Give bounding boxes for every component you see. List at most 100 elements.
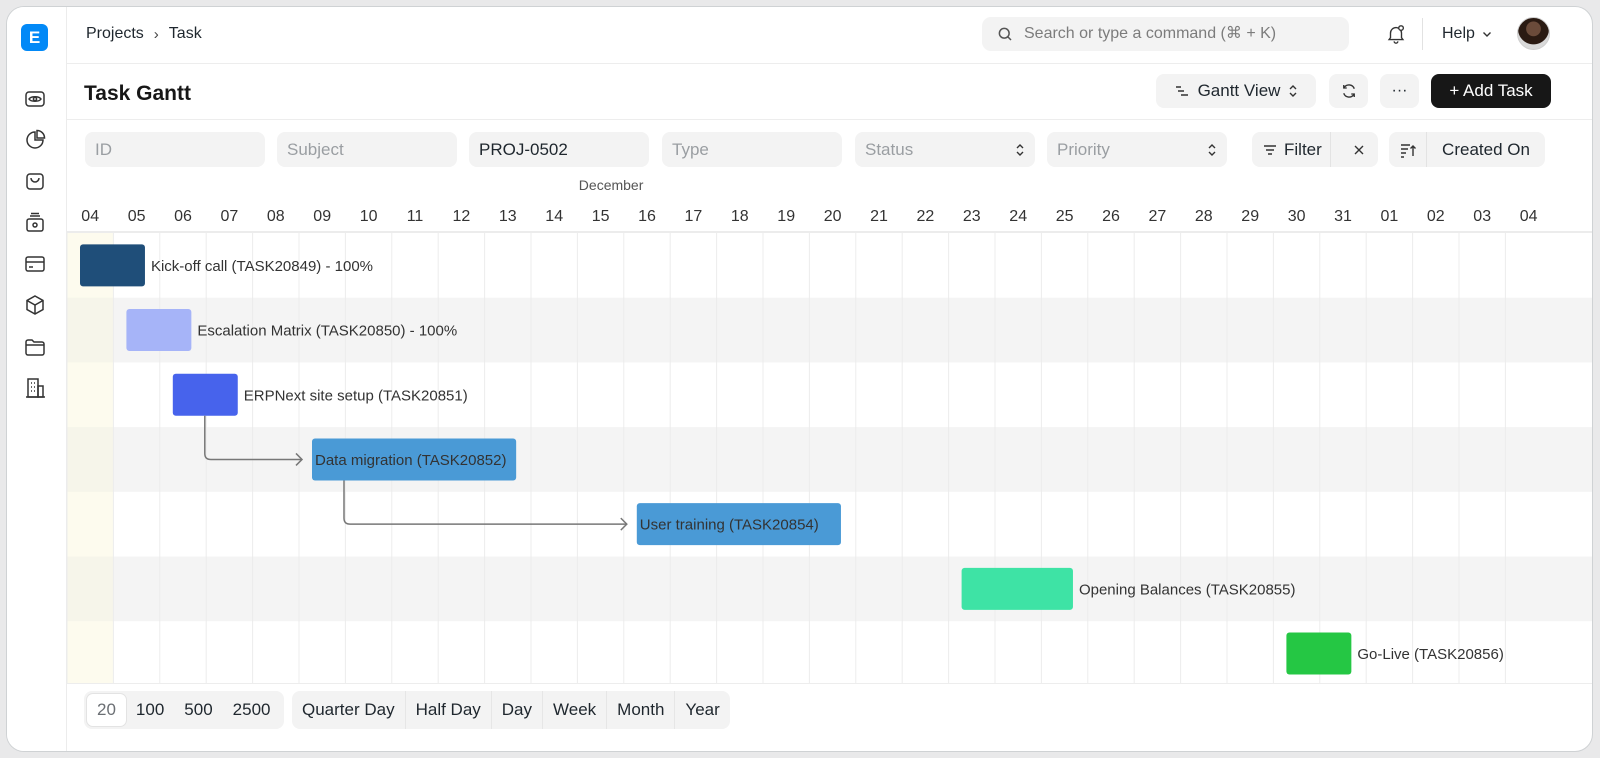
day-label: 25 — [1056, 208, 1074, 225]
view-mode-quarter-day[interactable]: Quarter Day — [292, 691, 405, 729]
credit-card-icon[interactable] — [23, 252, 47, 276]
help-label: Help — [1442, 25, 1475, 42]
day-label: 07 — [221, 208, 239, 225]
view-mode-year[interactable]: Year — [674, 691, 729, 729]
more-options-button[interactable]: ··· — [1380, 74, 1419, 108]
sidebar: E — [7, 7, 67, 751]
project-filter-input[interactable]: PROJ-0502 — [469, 132, 649, 167]
view-mode-half-day[interactable]: Half Day — [404, 691, 491, 729]
filter-button[interactable]: Filter — [1252, 132, 1331, 167]
gantt-bar-label: Escalation Matrix (TASK20850) - 100% — [197, 323, 457, 340]
view-switcher-label: Gantt View — [1197, 81, 1281, 100]
breadcrumb-task[interactable]: Task — [169, 25, 202, 43]
close-icon — [1354, 145, 1364, 154]
id-filter-placeholder: ID — [95, 139, 112, 159]
day-label: 19 — [777, 208, 795, 225]
package-icon[interactable] — [23, 293, 47, 317]
app-window: E Projects › Task Search or type a comma… — [6, 6, 1593, 752]
topbar-divider — [1422, 18, 1423, 50]
breadcrumb: Projects › Task — [86, 25, 202, 43]
day-label: 22 — [917, 208, 935, 225]
avatar[interactable] — [1517, 17, 1550, 50]
notification-bell-icon[interactable] — [1385, 23, 1407, 45]
add-task-button[interactable]: + Add Task — [1431, 74, 1551, 108]
footer: 20 100 500 2500 Quarter Day Half Day Day Week M… — [67, 683, 1592, 751]
search-bar[interactable] — [982, 17, 1349, 51]
page-size-option-2500[interactable]: 2500 — [223, 694, 281, 726]
page-size-option-100[interactable]: 100 — [126, 694, 174, 726]
day-label: 04 — [1520, 208, 1538, 225]
gantt-chart: December 04 05 06 07 08 09 10 11 12 13 14 15 16 17 18 19… — [67, 178, 1592, 683]
day-label: 06 — [174, 208, 192, 225]
gantt-svg: December 04 05 06 07 08 09 10 11 12 13 14 15 16 17 18 19… — [67, 178, 1592, 683]
view-mode-selector: Quarter Day Half Day Day Week Month Year — [292, 691, 730, 729]
day-label: 29 — [1241, 208, 1259, 225]
month-label: December — [579, 178, 644, 193]
type-filter-input[interactable]: Type — [662, 132, 842, 167]
inventory-box-icon[interactable] — [23, 211, 47, 235]
sort-ascending-icon — [1400, 143, 1416, 158]
chevron-right-icon: › — [153, 25, 159, 43]
gantt-row-stripe — [113, 556, 1592, 622]
page-size-option-500[interactable]: 500 — [174, 694, 222, 726]
clear-filter-button[interactable] — [1340, 132, 1378, 167]
breadcrumb-projects[interactable]: Projects — [86, 25, 144, 43]
day-label: 03 — [1473, 208, 1491, 225]
gantt-icon — [1175, 86, 1188, 96]
project-filter-value: PROJ-0502 — [479, 139, 568, 159]
chevron-up-down-icon — [1289, 85, 1297, 97]
app-logo[interactable]: E — [21, 24, 48, 51]
top-bar: Projects › Task Help — [67, 7, 1592, 64]
help-menu[interactable]: Help — [1442, 25, 1493, 43]
refresh-icon — [1342, 84, 1355, 98]
add-task-label: + Add Task — [1449, 81, 1533, 100]
gantt-bar[interactable] — [1286, 632, 1352, 675]
chevron-up-down-icon — [1208, 143, 1216, 156]
refresh-button[interactable] — [1329, 74, 1368, 108]
view-switcher-button[interactable]: Gantt View — [1156, 74, 1316, 108]
page-size-option-20[interactable]: 20 — [87, 694, 126, 726]
view-mode-week[interactable]: Week — [542, 691, 606, 729]
filter-group: Filter — [1252, 132, 1378, 167]
gantt-bar[interactable] — [80, 244, 145, 287]
day-label: 11 — [407, 208, 424, 225]
folder-icon[interactable] — [23, 335, 47, 359]
sort-field-button[interactable]: Created On — [1427, 132, 1545, 167]
view-mode-day[interactable]: Day — [490, 691, 542, 729]
day-label: 04 — [81, 208, 99, 225]
subject-filter-placeholder: Subject — [287, 139, 344, 159]
view-mode-month[interactable]: Month — [606, 691, 674, 729]
day-label: 12 — [453, 208, 471, 225]
status-filter-select[interactable]: Status — [855, 132, 1035, 167]
status-filter-placeholder: Status — [865, 139, 914, 159]
day-label: 27 — [1149, 208, 1167, 225]
eye-icon[interactable] — [23, 87, 47, 111]
day-label: 05 — [128, 208, 146, 225]
search-input[interactable] — [1024, 25, 1324, 43]
filter-label: Filter — [1284, 139, 1322, 159]
subject-filter-input[interactable]: Subject — [277, 132, 457, 167]
day-label: 30 — [1288, 208, 1306, 225]
shopping-bag-icon[interactable] — [23, 169, 47, 193]
pie-chart-icon[interactable] — [23, 128, 47, 152]
gantt-bar[interactable] — [126, 309, 192, 352]
day-label: 15 — [592, 208, 610, 225]
gantt-bar[interactable] — [172, 373, 238, 416]
day-label: 14 — [545, 208, 563, 225]
id-filter-input[interactable]: ID — [85, 132, 265, 167]
priority-filter-select[interactable]: Priority — [1047, 132, 1227, 167]
day-label: 17 — [685, 208, 703, 225]
filter-bar: ID Subject PROJ-0502 Type Status Priorit… — [67, 120, 1592, 178]
gantt-bar[interactable] — [961, 567, 1073, 610]
filter-icon — [1264, 144, 1276, 155]
chevron-down-icon — [1482, 32, 1491, 37]
gantt-bar-label: Kick-off call (TASK20849) - 100% — [151, 258, 373, 275]
sort-direction-button[interactable] — [1389, 132, 1427, 167]
sort-field-label: Created On — [1442, 139, 1530, 159]
day-label: 01 — [1381, 208, 1399, 225]
day-label: 18 — [731, 208, 749, 225]
gantt-bar-label: Go-Live (TASK20856) — [1357, 646, 1503, 663]
building-icon[interactable] — [23, 376, 47, 400]
priority-filter-placeholder: Priority — [1057, 139, 1110, 159]
chevron-up-down-icon — [1016, 143, 1024, 156]
